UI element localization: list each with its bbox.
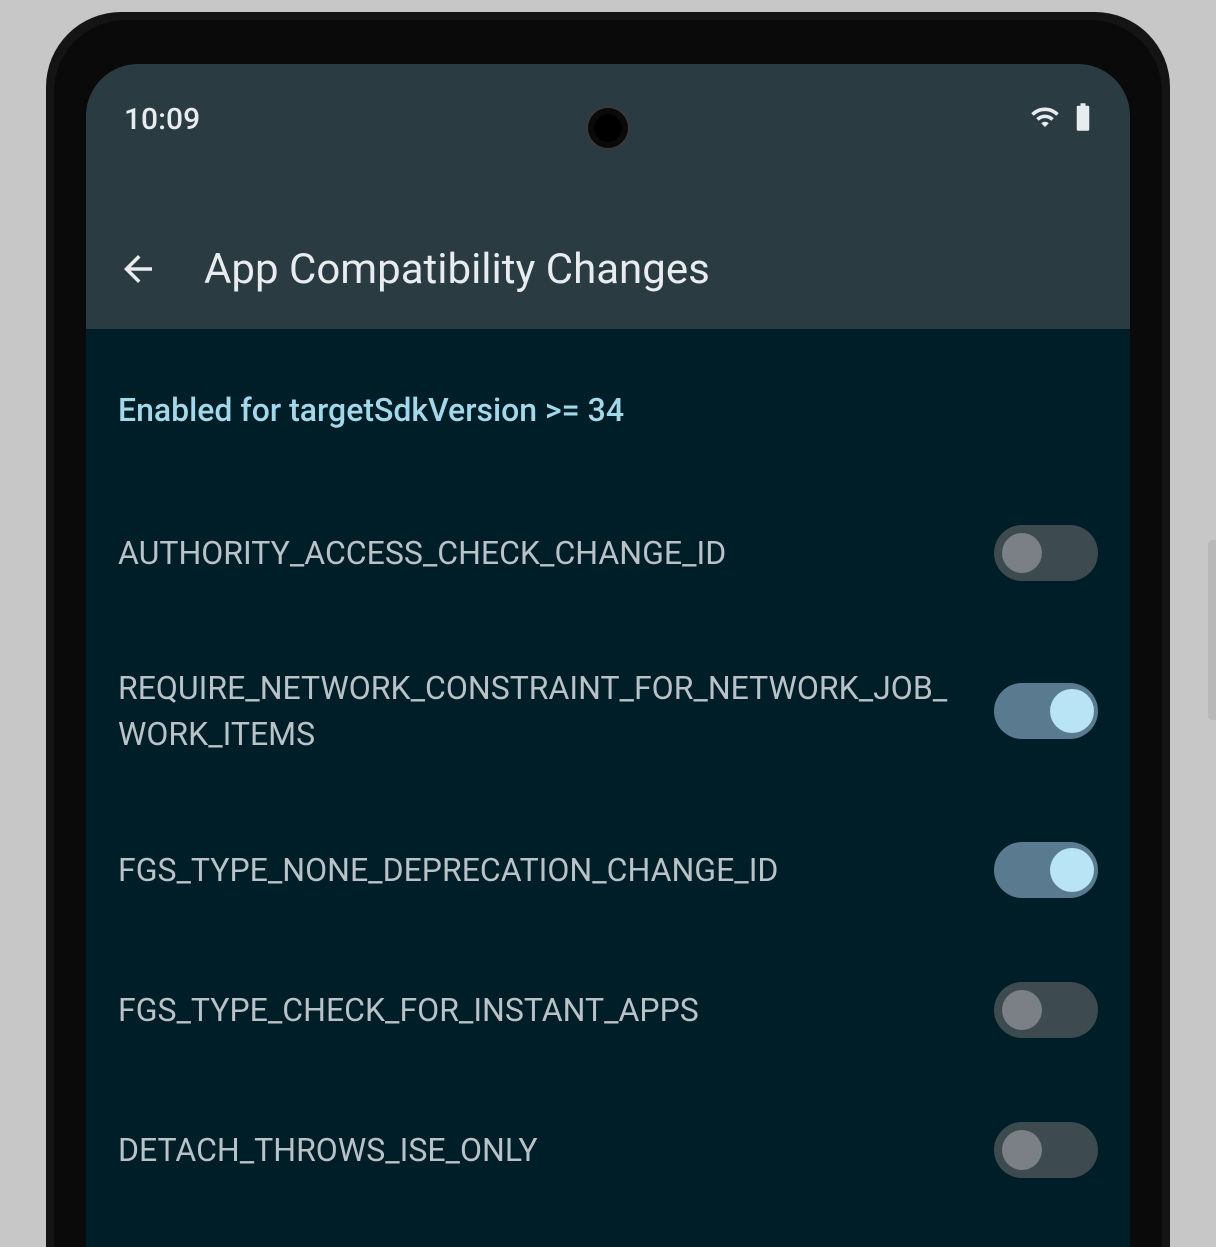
toggle-label: DETACH_THROWS_ISE_ONLY [118,1127,970,1173]
battery-icon [1074,102,1092,136]
toggle-switch[interactable] [994,982,1098,1038]
section-header: Enabled for targetSdkVersion >= 34 [118,391,1098,429]
toggle-row-authority-access[interactable]: AUTHORITY_ACCESS_CHECK_CHANGE_ID [118,483,1098,623]
toggle-thumb [1050,689,1094,733]
toggle-thumb [1002,1130,1042,1170]
device-notch [378,20,838,42]
toggle-label: FGS_TYPE_CHECK_FOR_INSTANT_APPS [118,987,970,1033]
toggle-row-require-network[interactable]: REQUIRE_NETWORK_CONSTRAINT_FOR_NETWORK_J… [118,623,1098,800]
toggle-label: REQUIRE_NETWORK_CONSTRAINT_FOR_NETWORK_J… [118,665,970,758]
status-icons [1030,102,1092,136]
toggle-switch[interactable] [994,525,1098,581]
wifi-icon [1030,102,1060,136]
status-bar: 10:09 [86,64,1130,209]
device-frame-inner: 10:09 App Compatibility Changes Enabled … [54,20,1162,1247]
device-side-button [1208,540,1216,720]
screen: 10:09 App Compatibility Changes Enabled … [86,64,1130,1247]
toggle-switch[interactable] [994,1122,1098,1178]
content-area: Enabled for targetSdkVersion >= 34 AUTHO… [86,329,1130,1220]
toggle-row-fgs-type-check[interactable]: FGS_TYPE_CHECK_FOR_INSTANT_APPS [118,940,1098,1080]
app-bar: App Compatibility Changes [86,209,1130,329]
camera-inner [594,114,622,142]
toggle-thumb [1002,990,1042,1030]
camera-hole [586,106,630,150]
back-button[interactable] [114,245,162,293]
back-arrow-icon [117,248,159,290]
toggle-thumb [1002,533,1042,573]
page-title: App Compatibility Changes [204,245,710,294]
toggle-thumb [1050,848,1094,892]
toggle-switch[interactable] [994,842,1098,898]
status-time: 10:09 [124,102,200,137]
toggle-row-detach-throws[interactable]: DETACH_THROWS_ISE_ONLY [118,1080,1098,1220]
toggle-label: AUTHORITY_ACCESS_CHECK_CHANGE_ID [118,530,970,576]
toggle-row-fgs-type-none[interactable]: FGS_TYPE_NONE_DEPRECATION_CHANGE_ID [118,800,1098,940]
toggle-switch[interactable] [994,683,1098,739]
toggle-label: FGS_TYPE_NONE_DEPRECATION_CHANGE_ID [118,847,970,893]
